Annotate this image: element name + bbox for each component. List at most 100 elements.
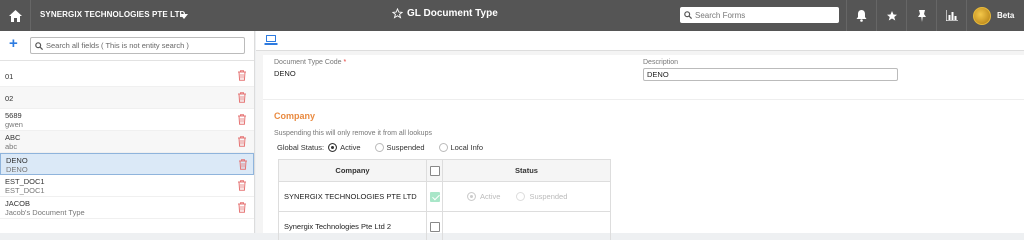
company-table: Company Status SYNERGIX TECHNOLOGIES PTE… bbox=[278, 159, 611, 240]
company-checkbox[interactable] bbox=[429, 221, 440, 232]
company-name: Synergix Technologies Pte Ltd 2 bbox=[278, 211, 427, 240]
beta-label: Beta bbox=[997, 11, 1015, 20]
list-item-description: EST_DOC1 bbox=[5, 186, 45, 195]
list-item-code: ABC bbox=[5, 133, 21, 142]
trash-icon[interactable] bbox=[237, 114, 247, 125]
row-check-cell[interactable] bbox=[426, 181, 443, 212]
select-all-checkbox[interactable] bbox=[429, 165, 440, 176]
list-item-code: 5689 bbox=[5, 111, 22, 120]
list-item[interactable]: EST_DOC1 EST_DOC1 bbox=[0, 175, 254, 197]
detail-form: Document Type Code * DENO Description DE… bbox=[263, 55, 1024, 240]
radio-suspended-label: Suspended bbox=[386, 143, 425, 152]
list-search-input[interactable]: Search all fields ( This is not entity s… bbox=[30, 37, 245, 54]
notifications-button[interactable] bbox=[846, 0, 876, 31]
trash-icon[interactable] bbox=[237, 202, 247, 213]
list-item[interactable]: ABC abc bbox=[0, 131, 254, 153]
status-suspended[interactable]: Suspended bbox=[516, 192, 567, 201]
list-header: + Search all fields ( This is not entity… bbox=[0, 31, 254, 61]
global-status-group: Global Status: Active Suspended Local In… bbox=[277, 143, 493, 152]
search-icon bbox=[35, 41, 43, 50]
col-select-all[interactable] bbox=[426, 159, 443, 182]
col-status: Status bbox=[442, 159, 611, 182]
list-item-code: 01 bbox=[5, 72, 14, 81]
laptop-icon[interactable] bbox=[264, 34, 278, 46]
avatar[interactable] bbox=[973, 6, 991, 25]
detail-panel: Document Type Code * DENO Description DE… bbox=[256, 31, 1024, 240]
record-list: 01 02 5689 gwen ABC abc DENO DENO EST_DO… bbox=[0, 65, 254, 219]
list-item[interactable]: 01 bbox=[0, 65, 254, 87]
status-suspended-label: Suspended bbox=[529, 192, 568, 201]
required-marker: * bbox=[343, 59, 347, 66]
list-item-description: abc bbox=[5, 142, 18, 151]
page-title: GL Document Type bbox=[392, 8, 498, 19]
table-row: SYNERGIX TECHNOLOGIES PTE LTD Active Sus… bbox=[278, 181, 611, 212]
list-item-description: gwen bbox=[5, 120, 23, 129]
trash-icon[interactable] bbox=[237, 136, 247, 147]
section-title-company: Company bbox=[274, 111, 316, 121]
page-title-text: GL Document Type bbox=[407, 8, 498, 19]
list-item-selected[interactable]: DENO DENO bbox=[0, 153, 254, 175]
home-button[interactable] bbox=[0, 0, 31, 31]
status-cell bbox=[442, 211, 611, 240]
star-icon bbox=[886, 10, 897, 20]
doc-type-code-label-text: Document Type Code bbox=[274, 59, 342, 66]
pin-button[interactable] bbox=[906, 0, 936, 31]
search-icon bbox=[684, 11, 692, 19]
trash-icon[interactable] bbox=[237, 92, 247, 103]
trash-icon[interactable] bbox=[237, 70, 247, 81]
suspend-note: Suspending this will only remove it from… bbox=[274, 130, 432, 137]
radio-local-info[interactable] bbox=[438, 143, 448, 152]
description-label: Description bbox=[643, 59, 679, 66]
radio-local-info-label: Local Info bbox=[450, 143, 484, 152]
detail-toolbar bbox=[256, 31, 1024, 51]
favorites-button[interactable] bbox=[876, 0, 906, 31]
doc-type-code-label: Document Type Code * bbox=[274, 59, 346, 66]
radio-active-label: Active bbox=[340, 143, 361, 152]
top-bar: SYNERGIX TECHNOLOGIES PTE LTD GL Documen… bbox=[0, 0, 1024, 31]
radio-status-suspended[interactable] bbox=[516, 192, 526, 201]
chevron-down-icon[interactable] bbox=[180, 14, 188, 19]
global-status-suspended[interactable]: Suspended bbox=[374, 143, 425, 152]
home-icon bbox=[8, 9, 22, 22]
global-status-active[interactable]: Active bbox=[328, 143, 361, 152]
list-item[interactable]: 5689 gwen bbox=[0, 109, 254, 131]
radio-active[interactable] bbox=[328, 143, 338, 152]
table-header-row: Company Status bbox=[278, 159, 611, 182]
company-name: SYNERGIX TECHNOLOGIES PTE LTD bbox=[278, 181, 427, 212]
global-status-local-info[interactable]: Local Info bbox=[438, 143, 484, 152]
status-active[interactable]: Active bbox=[467, 192, 500, 201]
list-item-code: DENO bbox=[6, 156, 28, 165]
col-company: Company bbox=[278, 159, 427, 182]
company-selector[interactable]: SYNERGIX TECHNOLOGIES PTE LTD bbox=[40, 10, 185, 19]
list-item-code: EST_DOC1 bbox=[5, 177, 45, 186]
record-list-panel: + Search all fields ( This is not entity… bbox=[0, 31, 255, 233]
list-search-placeholder: Search all fields ( This is not entity s… bbox=[46, 41, 189, 50]
list-item[interactable]: 02 bbox=[0, 87, 254, 109]
trash-icon[interactable] bbox=[237, 180, 247, 191]
list-item-description: Jacob's Document Type bbox=[5, 208, 85, 217]
list-item-description: DENO bbox=[6, 165, 28, 174]
trash-icon[interactable] bbox=[238, 159, 248, 170]
add-record-button[interactable]: + bbox=[9, 35, 18, 52]
global-status-label: Global Status: bbox=[277, 143, 325, 152]
search-forms-input[interactable]: Search Forms bbox=[680, 7, 839, 23]
user-menu[interactable]: Beta bbox=[966, 0, 1024, 31]
list-item[interactable]: JACOB Jacob's Document Type bbox=[0, 197, 254, 219]
status-active-label: Active bbox=[480, 192, 501, 201]
list-item-code: JACOB bbox=[5, 199, 31, 208]
bar-chart-icon bbox=[945, 10, 958, 21]
radio-suspended[interactable] bbox=[374, 143, 384, 152]
star-outline-icon[interactable] bbox=[392, 8, 403, 19]
list-item-code: 02 bbox=[5, 94, 14, 103]
radio-status-active[interactable] bbox=[467, 192, 476, 201]
status-cell: Active Suspended bbox=[442, 181, 611, 212]
row-check-cell[interactable] bbox=[426, 211, 443, 240]
reports-button[interactable] bbox=[936, 0, 966, 31]
table-row: Synergix Technologies Pte Ltd 2 bbox=[278, 211, 611, 240]
bell-icon bbox=[856, 9, 867, 22]
description-field[interactable]: DENO bbox=[643, 68, 898, 81]
search-forms-placeholder: Search Forms bbox=[695, 10, 746, 20]
divider bbox=[263, 99, 1024, 100]
pin-icon bbox=[917, 9, 926, 22]
company-checkbox-checked[interactable] bbox=[429, 191, 440, 202]
